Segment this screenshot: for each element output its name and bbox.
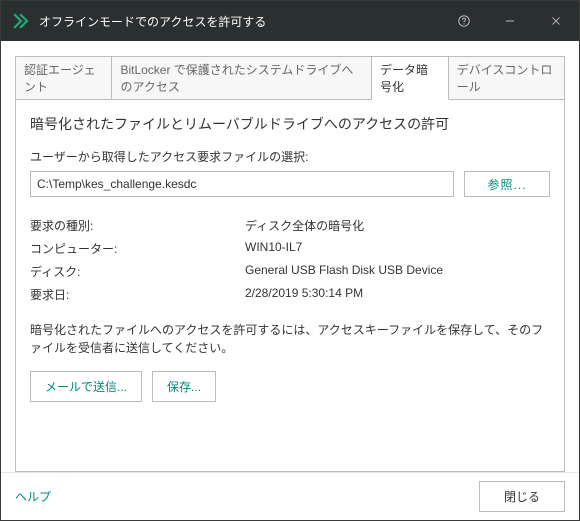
close-button[interactable]: 閉じる bbox=[479, 481, 565, 512]
label-request-type: 要求の種別: bbox=[30, 217, 245, 234]
action-row: メールで送信... 保存... bbox=[30, 371, 550, 402]
tab-label: デバイスコントロール bbox=[457, 63, 553, 94]
tab-auth-agent[interactable]: 認証エージェント bbox=[15, 56, 112, 100]
app-logo-icon bbox=[11, 11, 31, 31]
tab-data-encryption[interactable]: データ暗号化 bbox=[371, 56, 449, 100]
value-disk: General USB Flash Disk USB Device bbox=[245, 263, 550, 280]
dialog-window: オフラインモードでのアクセスを許可する 認証エージェント BitLocker で… bbox=[0, 0, 580, 521]
tab-label: BitLocker で保護されたシステムドライブへのアクセス bbox=[120, 63, 353, 94]
panel-heading: 暗号化されたファイルとリムーバブルドライブへのアクセスの許可 bbox=[30, 114, 550, 134]
tab-label: データ暗号化 bbox=[380, 63, 428, 94]
help-link[interactable]: ヘルプ bbox=[15, 488, 51, 505]
tab-device-control[interactable]: デバイスコントロール bbox=[448, 56, 565, 100]
panel-data-encryption: 暗号化されたファイルとリムーバブルドライブへのアクセスの許可 ユーザーから取得し… bbox=[15, 99, 565, 472]
label-computer: コンピューター: bbox=[30, 240, 245, 257]
footer: ヘルプ 閉じる bbox=[1, 472, 579, 520]
path-row: 参照... bbox=[30, 171, 550, 197]
value-request-type: ディスク全体の暗号化 bbox=[245, 217, 550, 234]
content-area: 認証エージェント BitLocker で保護されたシステムドライブへのアクセス … bbox=[1, 41, 579, 472]
browse-button[interactable]: 参照... bbox=[464, 171, 550, 197]
row-request-date: 要求日: 2/28/2019 5:30:14 PM bbox=[30, 286, 550, 303]
tabs: 認証エージェント BitLocker で保護されたシステムドライブへのアクセス … bbox=[15, 55, 565, 99]
save-button[interactable]: 保存... bbox=[152, 371, 216, 402]
label-request-date: 要求日: bbox=[30, 286, 245, 303]
row-request-type: 要求の種別: ディスク全体の暗号化 bbox=[30, 217, 550, 234]
request-file-label: ユーザーから取得したアクセス要求ファイルの選択: bbox=[30, 148, 550, 165]
value-computer: WIN10-IL7 bbox=[245, 240, 550, 257]
value-request-date: 2/28/2019 5:30:14 PM bbox=[245, 286, 550, 303]
help-titlebar-button[interactable] bbox=[441, 1, 487, 41]
request-file-path[interactable] bbox=[30, 171, 454, 197]
tab-label: 認証エージェント bbox=[24, 63, 96, 94]
instruction-text: 暗号化されたファイルへのアクセスを許可するには、アクセスキーファイルを保存して、… bbox=[30, 321, 550, 357]
send-email-button[interactable]: メールで送信... bbox=[30, 371, 142, 402]
close-window-button[interactable] bbox=[533, 1, 579, 41]
minimize-button[interactable] bbox=[487, 1, 533, 41]
titlebar: オフラインモードでのアクセスを許可する bbox=[1, 1, 579, 41]
label-disk: ディスク: bbox=[30, 263, 245, 280]
window-title: オフラインモードでのアクセスを許可する bbox=[39, 13, 441, 30]
row-disk: ディスク: General USB Flash Disk USB Device bbox=[30, 263, 550, 280]
tab-bitlocker[interactable]: BitLocker で保護されたシステムドライブへのアクセス bbox=[111, 56, 372, 100]
row-computer: コンピューター: WIN10-IL7 bbox=[30, 240, 550, 257]
